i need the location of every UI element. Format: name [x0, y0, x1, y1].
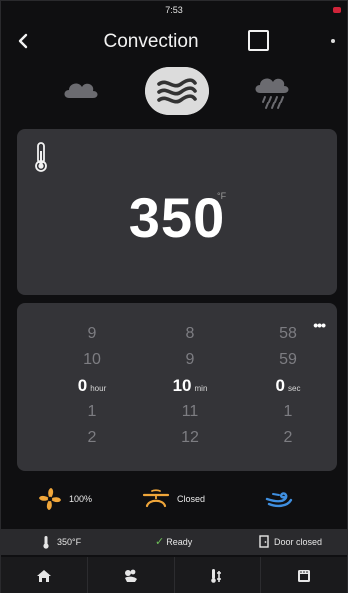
page-title: Convection — [103, 31, 199, 52]
door-icon — [259, 535, 269, 548]
picker-value: 12 — [181, 429, 199, 446]
probe-settings-icon — [211, 568, 222, 583]
picker-value: 2 — [87, 429, 97, 446]
picker-value: 1 — [87, 403, 97, 420]
picker-value: 58 — [279, 325, 297, 342]
clock: 7:53 — [165, 5, 183, 15]
damper-control[interactable]: Closed — [141, 485, 205, 513]
thermometer-small-icon — [43, 536, 49, 549]
damper-label: Closed — [177, 494, 206, 504]
cloud-rain-icon[interactable] — [251, 67, 295, 115]
cooking-mode-selector — [1, 67, 347, 115]
selected-hour: 0 hour — [77, 376, 107, 395]
minute-picker[interactable]: 8 9 10 min 11 12 — [155, 321, 225, 451]
status-strip: 350°F ✓ Ready Door closed — [1, 529, 347, 555]
recording-indicator — [333, 7, 341, 13]
controls-row: 100% Closed — [1, 481, 347, 517]
second-picker[interactable]: 58 59 0 sec 1 2 — [253, 321, 323, 451]
picker-value: 10 — [83, 351, 101, 368]
nav-recipes[interactable] — [88, 557, 175, 593]
nav-oven[interactable] — [261, 557, 347, 593]
picker-value: 59 — [279, 351, 297, 368]
home-icon — [36, 569, 51, 582]
oven-icon — [298, 569, 311, 582]
fan-icon — [39, 488, 61, 510]
temperature-card[interactable]: 350 °F — [17, 129, 337, 295]
header: Convection — [1, 21, 347, 63]
steam-control[interactable] — [263, 485, 295, 513]
chef-hand-icon — [124, 569, 137, 582]
picker-value: 1 — [283, 403, 293, 420]
picker-value: 9 — [185, 351, 195, 368]
nav-home[interactable] — [1, 557, 88, 593]
strip-temperature: 350°F — [41, 535, 81, 549]
selected-minute: 10 min — [172, 376, 208, 395]
stop-button[interactable] — [248, 30, 269, 51]
fan-control[interactable]: 100% — [37, 485, 92, 513]
nav-probe[interactable] — [175, 557, 262, 593]
back-arrow-icon[interactable] — [13, 29, 35, 53]
fan-speed-label: 100% — [69, 494, 93, 504]
damper-icon — [142, 489, 170, 508]
thermometer-icon — [35, 142, 47, 172]
checkmark-icon: ✓ — [155, 536, 165, 548]
timer-card: ••• 9 10 0 hour 1 2 8 9 10 min 11 12 58 59… — [17, 303, 337, 471]
temperature-unit: °F — [217, 191, 227, 201]
strip-door: Door closed — [259, 535, 322, 548]
picker-value: 11 — [181, 403, 199, 420]
status-bar: 7:53 — [1, 1, 347, 19]
picker-value: 2 — [283, 429, 293, 446]
hour-picker[interactable]: 9 10 0 hour 1 2 — [57, 321, 127, 451]
temperature-value: 350 — [128, 186, 226, 249]
cloud-icon[interactable] — [59, 67, 103, 115]
strip-ready: ✓ Ready — [155, 536, 193, 548]
waves-icon[interactable] — [145, 67, 209, 115]
selected-second: 0 sec — [275, 376, 301, 395]
overflow-menu-icon[interactable] — [331, 39, 335, 43]
bottom-nav — [1, 557, 347, 593]
steam-swirl-icon — [265, 492, 293, 508]
app-screen: 7:53 Convection 350 °F ••• 9 10 0 hour 1… — [0, 0, 348, 593]
picker-value: 8 — [185, 325, 195, 342]
picker-value: 9 — [87, 325, 97, 342]
